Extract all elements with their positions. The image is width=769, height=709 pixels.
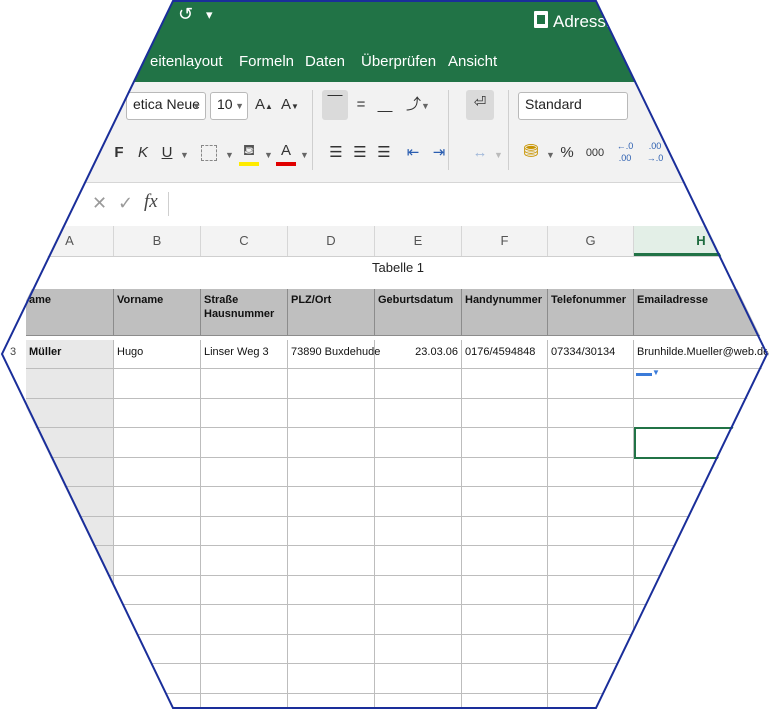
hexagon-outline	[0, 0, 769, 709]
